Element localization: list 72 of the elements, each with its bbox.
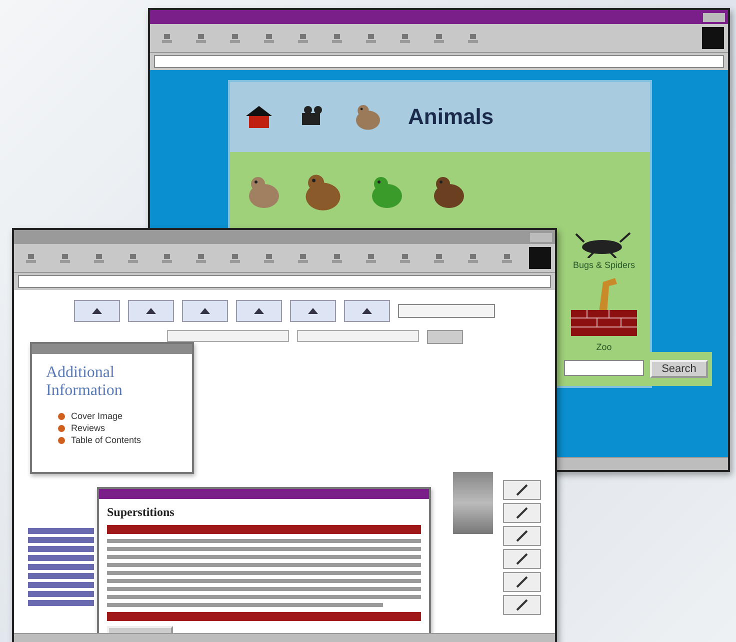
toolbar-button-icon[interactable] (264, 254, 274, 262)
toolbar-button-icon[interactable] (60, 254, 70, 262)
pen-icon (515, 506, 529, 520)
collection-dropdown[interactable] (564, 360, 644, 376)
toolbar-button-icon[interactable] (366, 34, 376, 42)
bullet-icon (58, 436, 65, 444)
info-link[interactable]: Cover Image (71, 411, 123, 421)
house-drawing (244, 104, 274, 130)
toolbar-button-icon[interactable] (162, 34, 172, 42)
toolbar-button-icon[interactable] (400, 34, 410, 42)
side-tool-button[interactable] (503, 526, 541, 546)
toolbar-button-icon[interactable] (298, 34, 308, 42)
side-tool-button[interactable] (503, 595, 541, 615)
toolbar-button-icon[interactable] (26, 254, 36, 262)
side-tool-button[interactable] (503, 503, 541, 523)
pen-icon (515, 483, 529, 497)
toolbar-button-icon[interactable] (196, 254, 206, 262)
pen-icon (515, 575, 529, 589)
side-tool-button[interactable] (503, 572, 541, 592)
side-tool-button[interactable] (503, 549, 541, 569)
tool-icon (252, 306, 266, 316)
bullet-icon (58, 424, 65, 432)
dropdown-field[interactable] (296, 330, 418, 342)
address-field[interactable] (154, 55, 724, 68)
toolbar-button-icon[interactable] (434, 254, 444, 262)
nav-button[interactable] (290, 300, 336, 322)
toolbar-button-icon[interactable] (162, 254, 172, 262)
nav-button[interactable] (344, 300, 390, 322)
info-link[interactable]: Reviews (71, 423, 106, 433)
nav-button[interactable] (128, 300, 174, 322)
toolbar-button-icon[interactable] (196, 34, 206, 42)
toolbar-button-icon[interactable] (400, 254, 410, 262)
toolbar-button-icon[interactable] (230, 34, 240, 42)
toolbar-button-icon[interactable] (434, 34, 444, 42)
toolbar-button-icon[interactable] (230, 254, 240, 262)
info-link[interactable]: Table of Contents (71, 435, 142, 445)
side-tool-button[interactable] (503, 480, 541, 500)
toolbar-button-icon[interactable] (128, 254, 138, 262)
tool-icon (90, 306, 104, 316)
tool-icon (198, 306, 212, 316)
tool-icon (144, 306, 158, 316)
search-field[interactable] (166, 330, 288, 342)
toolbar-button-icon[interactable] (366, 254, 376, 262)
tile-label[interactable]: Zoo (596, 342, 612, 352)
search-button[interactable]: Search (650, 360, 708, 378)
pen-icon (515, 529, 529, 543)
photo-placeholder (453, 472, 493, 534)
toolbar-button-icon[interactable] (332, 254, 342, 262)
bullet-icon (58, 412, 65, 420)
pen-icon (515, 552, 529, 566)
toolbar-button-icon[interactable] (468, 34, 478, 42)
tool-icon (360, 306, 374, 316)
browser-logo-icon (702, 27, 724, 49)
nav-button[interactable] (182, 300, 228, 322)
address-field[interactable] (18, 275, 551, 288)
popup-title: Additional Information (45, 363, 124, 401)
page-heading: Animals (408, 104, 494, 130)
toolbar-button-icon[interactable] (298, 254, 308, 262)
browser-logo-icon (529, 247, 551, 269)
article-heading: Superstitions (107, 505, 176, 520)
toolbar-button-icon[interactable] (468, 254, 478, 262)
toolbar-button-icon[interactable] (502, 254, 512, 262)
go-button[interactable] (426, 330, 462, 344)
pen-icon (515, 598, 529, 612)
toolbar-button-icon[interactable] (264, 34, 274, 42)
toolbar-button-icon[interactable] (94, 254, 104, 262)
dropdown-field[interactable] (398, 304, 495, 318)
tile-label[interactable]: Bugs & Spiders (572, 260, 636, 270)
nav-button[interactable] (236, 300, 282, 322)
toolbar-button-icon[interactable] (332, 34, 342, 42)
nav-button[interactable] (74, 300, 120, 322)
tool-icon (306, 306, 320, 316)
